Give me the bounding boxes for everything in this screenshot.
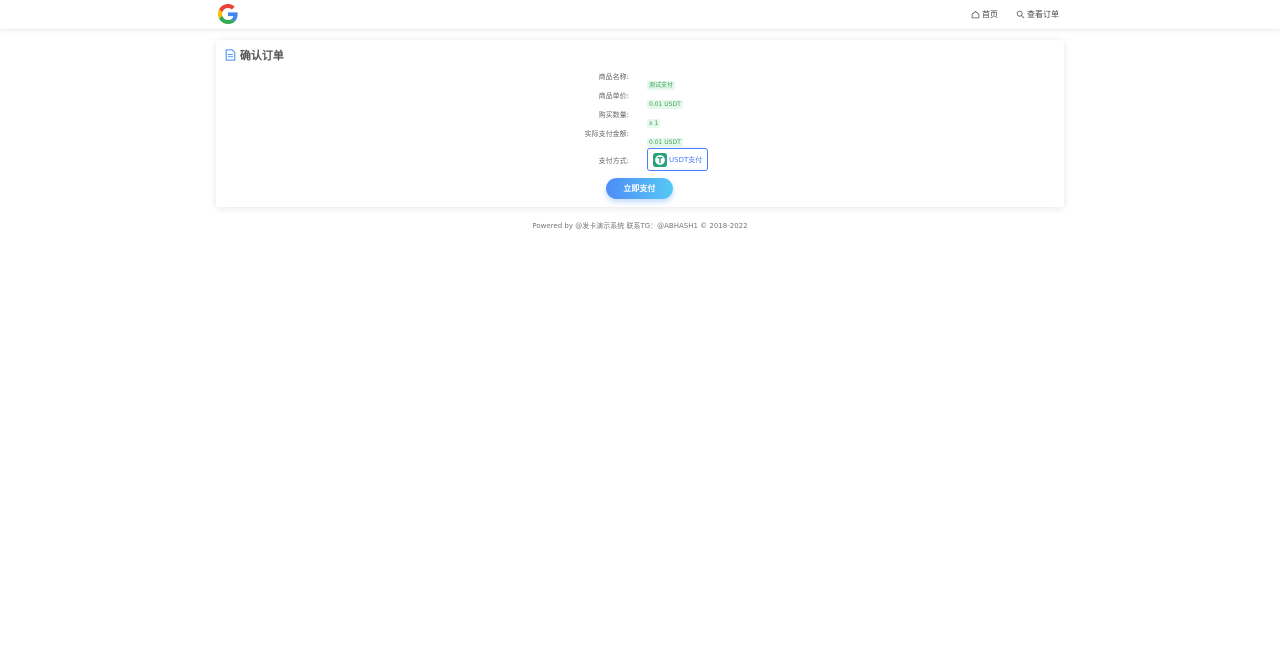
- total-amount-label: 实际支付金额:: [584, 130, 629, 138]
- footer-text: Powered by @发卡演示系统 联系TG：@ABHASH1 © 2018-…: [532, 222, 748, 230]
- top-bar: 首页 查看订单: [0, 0, 1280, 29]
- quantity-label: 购买数量:: [598, 111, 629, 119]
- page-title: 确认订单: [240, 49, 284, 62]
- total-amount-value: 0.01 USDT: [647, 138, 683, 147]
- product-name-row: 商品名称: 测试支付: [216, 70, 1064, 90]
- order-card: 确认订单 商品名称: 测试支付 商品单价: 0.01 USDT 购买数量: x …: [216, 40, 1064, 207]
- nav-home-label: 首页: [982, 10, 998, 19]
- nav-view-orders-label: 查看订单: [1027, 10, 1059, 19]
- usdt-payment-label: USDT支付: [669, 155, 703, 164]
- nav-home[interactable]: 首页: [971, 9, 998, 20]
- usdt-payment-option[interactable]: USDT支付: [647, 148, 708, 171]
- document-icon: [225, 49, 236, 61]
- total-amount-row: 实际支付金额: 0.01 USDT: [216, 127, 1064, 147]
- search-icon: [1016, 10, 1025, 19]
- unit-price-row: 商品单价: 0.01 USDT: [216, 89, 1064, 109]
- pay-now-button[interactable]: 立即支付: [606, 178, 673, 199]
- top-nav: 首页 查看订单: [971, 0, 1059, 29]
- payment-method-label: 支付方式:: [598, 157, 629, 165]
- product-name-label: 商品名称:: [598, 73, 629, 81]
- payment-method-row: 支付方式:: [216, 154, 1064, 168]
- quantity-row: 购买数量: x 1: [216, 108, 1064, 128]
- google-logo-icon[interactable]: [218, 4, 238, 24]
- usdt-tether-icon: [653, 152, 667, 167]
- card-header: 确认订单: [225, 47, 284, 63]
- unit-price-label: 商品单价:: [598, 92, 629, 100]
- home-icon: [971, 11, 980, 19]
- nav-view-orders[interactable]: 查看订单: [1016, 9, 1059, 20]
